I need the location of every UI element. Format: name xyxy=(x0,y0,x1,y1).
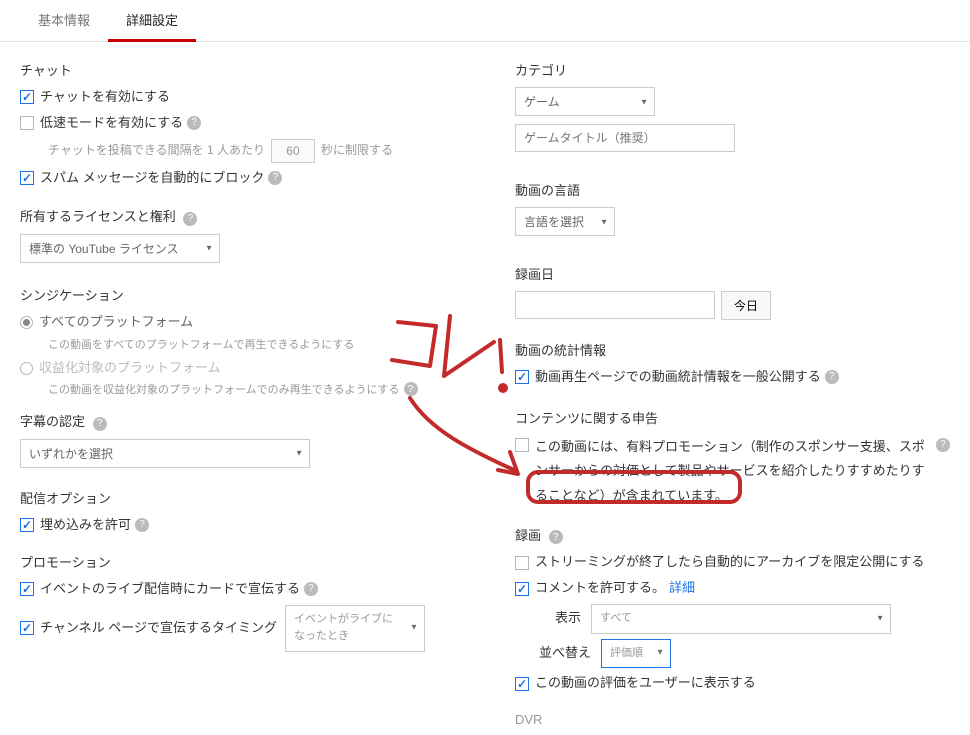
lbl-allow-comments: コメントを許可する。 xyxy=(535,578,665,599)
help-icon[interactable]: ? xyxy=(93,417,107,431)
chk-public-stats[interactable] xyxy=(515,370,529,384)
lbl-sort: 並べ替え xyxy=(539,643,591,664)
section-category: カテゴリ xyxy=(515,60,950,79)
section-dvr: DVR xyxy=(515,712,950,727)
section-rec-date: 録画日 xyxy=(515,264,950,283)
lbl-display: 表示 xyxy=(555,608,581,629)
sub-all-platforms: この動画をすべてのプラットフォームで再生できるようにする xyxy=(48,336,455,352)
input-game-title[interactable] xyxy=(515,124,735,152)
right-column: カテゴリ ゲーム 動画の言語 言語を選択 録画日 今日 動画の統計情報 動画再生… xyxy=(515,60,950,735)
section-recording: 録画 xyxy=(515,528,541,543)
input-rec-date[interactable] xyxy=(515,291,715,319)
help-icon[interactable]: ? xyxy=(187,116,201,130)
radio-monetized[interactable] xyxy=(20,362,33,375)
section-license: 所有するライセンスと権利 xyxy=(20,209,176,224)
select-category[interactable]: ゲーム xyxy=(515,87,655,116)
sub-monetized: この動画を収益化対象のプラットフォームでのみ再生できるようにする xyxy=(48,381,400,397)
slow-help-1: チャットを投稿できる間隔を 1 人あたり xyxy=(48,141,265,160)
help-icon[interactable]: ? xyxy=(135,518,149,532)
lbl-paid-promo: この動画には、有料プロモーション（制作のスポンサー支援、スポンサーからの対価とし… xyxy=(535,435,932,509)
chk-embed[interactable] xyxy=(20,518,34,532)
chk-allow-comments[interactable] xyxy=(515,582,529,596)
chk-slow-mode[interactable] xyxy=(20,116,34,130)
section-language: 動画の言語 xyxy=(515,180,950,199)
lbl-slow-mode: 低速モードを有効にする xyxy=(40,113,183,134)
slow-seconds-input[interactable] xyxy=(271,139,315,163)
select-subtitle[interactable]: いずれかを選択 xyxy=(20,439,310,468)
help-icon[interactable]: ? xyxy=(404,382,418,396)
lbl-spam-block: スパム メッセージを自動的にブロック xyxy=(40,168,264,189)
lbl-promo-card: イベントのライブ配信時にカードで宣伝する xyxy=(40,579,300,600)
chk-show-rating[interactable] xyxy=(515,677,529,691)
help-icon[interactable]: ? xyxy=(183,212,197,226)
section-promotion: プロモーション xyxy=(20,552,455,571)
section-chat: チャット xyxy=(20,60,455,79)
link-comments-detail[interactable]: 詳細 xyxy=(669,578,695,599)
section-stats: 動画の統計情報 xyxy=(515,340,950,359)
select-language[interactable]: 言語を選択 xyxy=(515,207,615,236)
help-icon[interactable]: ? xyxy=(304,582,318,596)
left-column: チャット チャットを有効にする 低速モードを有効にする ? チャットを投稿できる… xyxy=(20,60,455,735)
chk-paid-promo[interactable] xyxy=(515,438,529,452)
chk-auto-archive[interactable] xyxy=(515,556,529,570)
lbl-all-platforms: すべてのプラットフォーム xyxy=(39,312,193,333)
help-icon[interactable]: ? xyxy=(936,438,950,452)
lbl-chat-enable: チャットを有効にする xyxy=(40,87,170,108)
section-content-decl: コンテンツに関する申告 xyxy=(515,408,950,427)
chk-channel-promo[interactable] xyxy=(20,621,34,635)
slow-help-2: 秒に制限する xyxy=(321,141,393,160)
radio-all-platforms[interactable] xyxy=(20,316,33,329)
lbl-show-rating: この動画の評価をユーザーに表示する xyxy=(535,673,756,694)
select-license[interactable]: 標準の YouTube ライセンス xyxy=(20,234,220,263)
section-syndication: シンジケーション xyxy=(20,285,455,304)
select-promo-timing[interactable]: イベントがライブになったとき xyxy=(285,605,425,652)
help-icon[interactable]: ? xyxy=(268,171,282,185)
lbl-channel-promo: チャンネル ページで宣伝するタイミング xyxy=(40,618,277,639)
btn-today[interactable]: 今日 xyxy=(721,291,771,320)
lbl-public-stats: 動画再生ページでの動画統計情報を一般公開する xyxy=(535,367,821,388)
section-delivery: 配信オプション xyxy=(20,488,455,507)
tab-advanced[interactable]: 詳細設定 xyxy=(108,0,196,42)
lbl-auto-archive: ストリーミングが終了したら自動的にアーカイブを限定公開にする xyxy=(535,552,924,573)
section-subtitle-cert: 字幕の認定 xyxy=(20,414,85,429)
chk-promo-card[interactable] xyxy=(20,582,34,596)
settings-tabs: 基本情報 詳細設定 xyxy=(0,0,970,42)
tab-basic[interactable]: 基本情報 xyxy=(20,0,108,41)
help-icon[interactable]: ? xyxy=(825,370,839,384)
chk-chat-enable[interactable] xyxy=(20,90,34,104)
select-display[interactable]: すべて xyxy=(591,604,891,634)
lbl-embed: 埋め込みを許可 xyxy=(40,515,131,536)
chk-spam-block[interactable] xyxy=(20,171,34,185)
lbl-monetized: 収益化対象のプラットフォーム xyxy=(39,358,221,379)
select-sort[interactable]: 評価順 xyxy=(601,639,671,669)
help-icon[interactable]: ? xyxy=(549,530,563,544)
